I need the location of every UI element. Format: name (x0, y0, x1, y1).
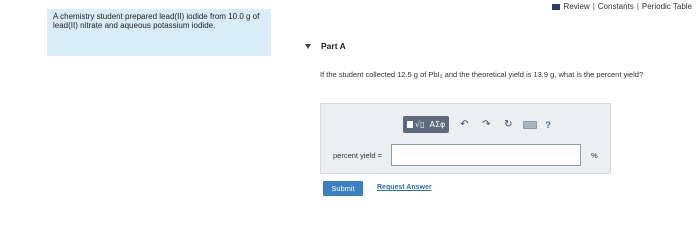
keyboard-icon[interactable] (523, 120, 538, 129)
help-button[interactable]: ? (545, 120, 551, 130)
greek-symbols-button[interactable]: ΑΣφ (430, 120, 446, 129)
submit-button[interactable]: Submit (323, 181, 363, 196)
answer-panel: √▯ ΑΣφ ↶ ↷ ↻ ? percent yield = % (320, 103, 611, 174)
separator: | (636, 2, 639, 11)
part-title: Part A (321, 41, 346, 51)
periodic-table-link[interactable]: Periodic Table (642, 2, 692, 11)
problem-text: A chemistry student prepared lead(II) io… (53, 12, 260, 30)
templates-button[interactable]: √▯ (407, 120, 425, 129)
math-template-group: √▯ ΑΣφ (403, 116, 450, 133)
percent-yield-input[interactable] (391, 144, 581, 166)
separator: | (592, 2, 595, 11)
template-square-icon (407, 121, 413, 128)
request-answer-link[interactable]: Request Answer (377, 184, 432, 191)
answer-row: percent yield = % (333, 144, 598, 166)
constants-link[interactable]: Constants (598, 2, 634, 11)
book-icon (552, 3, 561, 10)
part-header[interactable]: Part A (305, 41, 346, 51)
redo-icon[interactable]: ↷ (479, 119, 493, 130)
reset-icon[interactable]: ↻ (501, 119, 515, 130)
answer-unit: % (591, 150, 598, 160)
answer-label: percent yield = (333, 150, 382, 160)
undo-icon[interactable]: ↶ (457, 119, 471, 130)
problem-statement: A chemistry student prepared lead(II) io… (47, 9, 271, 56)
math-toolbar: √▯ ΑΣφ ↶ ↷ ↻ ? (403, 116, 551, 133)
collapse-triangle-icon[interactable] (305, 43, 311, 49)
question-text: If the student collected 12.5 g of PbI₂ … (320, 70, 644, 79)
review-link[interactable]: Review (563, 2, 589, 11)
top-links: Review | Constants | Periodic Table (552, 2, 692, 11)
